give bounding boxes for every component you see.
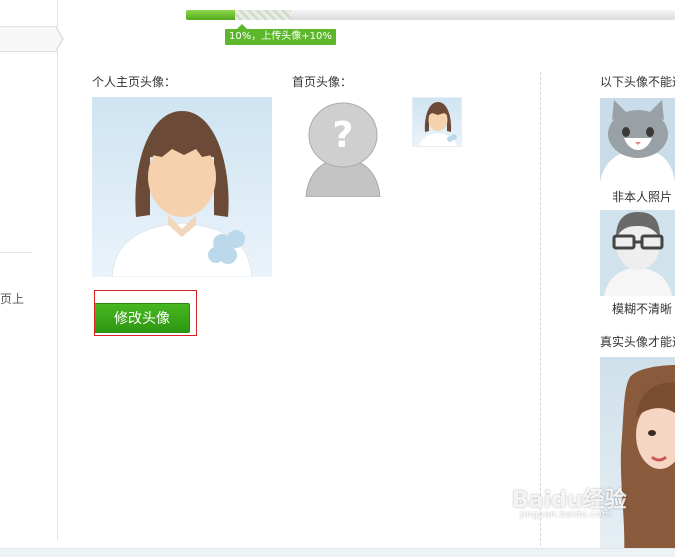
baidu-watermark: Baidu经验 jingyan.baidu.com (512, 482, 662, 526)
blur-caption: 模糊不清晰 (612, 302, 673, 316)
girl-avatar-small-icon (419, 102, 457, 146)
nav-divider (0, 252, 32, 253)
bad-avatar-title: 以下头像不能通 (600, 75, 675, 89)
progress-tag: 10%，上传头像+10% (225, 24, 336, 45)
nav-tab-arrow-fill (55, 27, 62, 51)
question-mark-icon: ? (305, 102, 381, 198)
example-real-photo (600, 357, 675, 556)
svg-text:?: ? (333, 115, 354, 156)
profile-progress-bar (186, 10, 675, 20)
edit-avatar-button[interactable]: 修改头像 (94, 303, 190, 333)
real-person-photo-icon (620, 365, 675, 556)
profile-avatar-image (92, 97, 272, 277)
progress-next-step (234, 10, 291, 20)
left-nav: 页上 (0, 0, 64, 540)
example-blurry-photo (600, 210, 675, 296)
cat-icon (600, 100, 675, 182)
nav-active-tab[interactable] (0, 26, 58, 52)
blurry-face-icon (604, 212, 672, 296)
home-avatar-default: ? (300, 97, 386, 198)
home-avatar-label: 首页头像： (292, 75, 353, 89)
profile-avatar-label: 个人主页头像： (92, 75, 177, 89)
home-avatar-thumbnail (412, 97, 462, 147)
cat-caption: 非本人照片 (612, 190, 673, 204)
nav-item-cut[interactable]: 页上 (0, 290, 24, 307)
example-cat-photo (600, 98, 675, 182)
baidu-watermark-url: jingyan.baidu.com (520, 510, 612, 520)
girl-avatar-icon (111, 111, 253, 277)
progress-fill (186, 10, 235, 20)
good-avatar-title: 真实头像才能通 (600, 335, 675, 349)
